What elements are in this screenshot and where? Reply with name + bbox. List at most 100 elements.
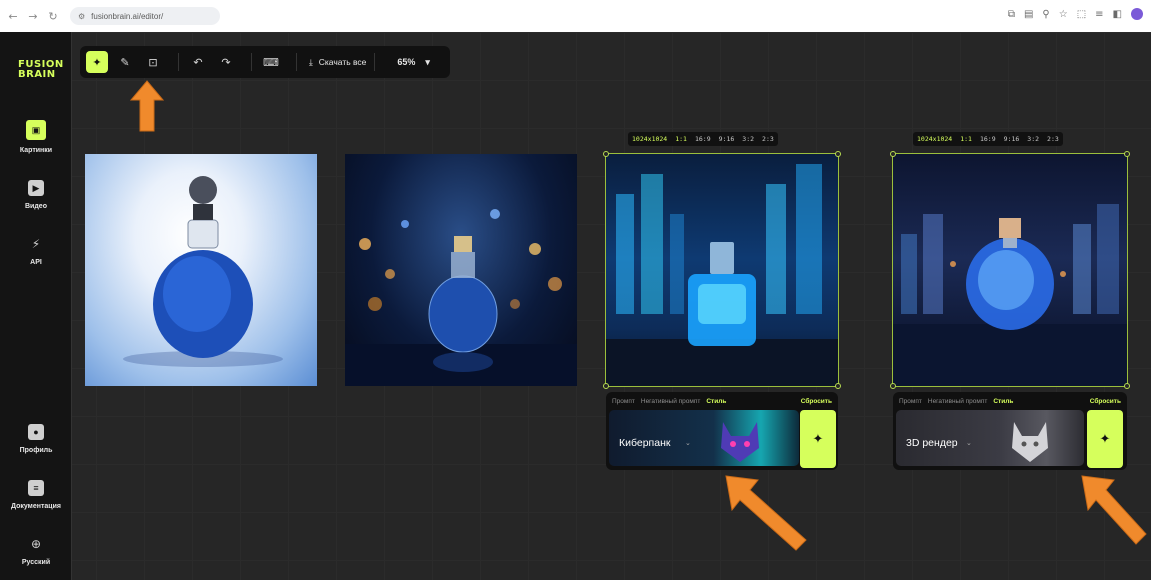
browser-bar: ← → ↻ ⚙ fusionbrain.ai/editor/ ⧉ ▤ ⚲ ☆ ⬚… (0, 0, 1151, 32)
zoom-icon[interactable]: ⚲ (1042, 9, 1049, 20)
perfume-cyberpunk-image (606, 164, 838, 386)
generate-button[interactable]: ✦ (800, 410, 836, 468)
reset-button[interactable]: Сбросить (1090, 398, 1121, 405)
zoom-select[interactable]: 65% ▾ (397, 57, 430, 68)
chevron-down-icon: ▾ (425, 56, 430, 67)
ratio-option-16-9[interactable]: 16:9 (980, 135, 996, 143)
globe-icon: ⊕ (30, 537, 42, 551)
bookmark-star-icon[interactable]: ☆ (1059, 9, 1068, 20)
browser-actions: ⧉ ▤ ⚲ ☆ ⬚ ≡ ◧ (1008, 8, 1143, 20)
sidebar-item-label: API (30, 259, 42, 266)
ratio-option-9-16[interactable]: 9:16 (719, 135, 735, 143)
ratio-option-9-16[interactable]: 9:16 (1004, 135, 1020, 143)
sidebar-item-label: Видео (25, 203, 47, 210)
style-select[interactable]: Киберпанк ⌄ (609, 410, 799, 466)
editor-canvas[interactable]: FUSION BRAIN ▣ Картинки ▶ Видео ⚡ API ● … (0, 32, 1151, 580)
prompt-tabs: Промпт Негативный промпт Стиль Сбросить (899, 395, 1121, 407)
frame-tool-icon[interactable]: ⊡ (142, 51, 164, 73)
resize-handle[interactable] (890, 383, 896, 389)
eraser-tool-icon[interactable]: ✎ (114, 51, 136, 73)
ratio-option-1-1[interactable]: 1:1 (675, 135, 687, 143)
annotation-arrow-diagonal (725, 475, 807, 551)
resize-handle[interactable] (835, 383, 841, 389)
forward-icon[interactable]: → (26, 9, 40, 23)
address-bar[interactable]: ⚙ fusionbrain.ai/editor/ (70, 7, 220, 25)
side-panel-icon[interactable]: ◧ (1113, 9, 1122, 20)
download-all-label: Скачать все (318, 57, 367, 67)
download-all-button[interactable]: ⤓ Скачать все (309, 57, 366, 68)
sparkle-icon: ✦ (812, 431, 824, 447)
perfume-bottle-image (123, 176, 283, 367)
generated-image-selected[interactable] (605, 153, 839, 387)
screenshot-icon[interactable]: ⧉ (1008, 9, 1015, 20)
resize-handle[interactable] (603, 151, 609, 157)
document-icon: ≡ (28, 480, 44, 496)
video-icon: ▶ (28, 180, 44, 196)
ratio-option-16-9[interactable]: 16:9 (695, 135, 711, 143)
resize-handle[interactable] (890, 151, 896, 157)
annotation-arrow-up (130, 80, 164, 132)
redo-icon[interactable]: ↷ (215, 51, 237, 73)
tab-style[interactable]: Стиль (993, 398, 1013, 405)
perfume-3d-render-image (893, 204, 1127, 386)
sidebar-item-video[interactable]: ▶ Видео (0, 180, 72, 210)
ratio-option-3-2[interactable]: 3:2 (1027, 135, 1039, 143)
reload-icon[interactable]: ↻ (46, 9, 60, 23)
resolution-label: 1024x1024 (917, 135, 953, 143)
resize-handle[interactable] (1124, 151, 1130, 157)
generate-button[interactable]: ✦ (1087, 410, 1123, 468)
back-icon[interactable]: ← (6, 9, 20, 23)
translate-icon[interactable]: ▤ (1024, 9, 1033, 20)
site-settings-icon[interactable]: ⚙ (78, 12, 85, 21)
resolution-label: 1024x1024 (632, 135, 668, 143)
sidebar-item-api[interactable]: ⚡ API (0, 236, 72, 266)
hotkeys-icon[interactable]: ⌨ (260, 51, 282, 73)
download-icon: ⤓ (309, 56, 313, 67)
style-name: Киберпанк (619, 437, 671, 449)
zoom-value: 65% (397, 57, 416, 67)
aspect-ratio-bar: 1024x1024 1:1 16:9 9:16 3:2 2:3 (628, 132, 778, 146)
sidebar-item-label: Профиль (19, 447, 53, 454)
fusion-brain-logo[interactable]: FUSION BRAIN (18, 60, 64, 80)
sidebar-item-documentation[interactable]: ≡ Документация (0, 480, 72, 510)
image-icon: ▣ (26, 120, 46, 140)
sidebar: FUSION BRAIN ▣ Картинки ▶ Видео ⚡ API ● … (0, 32, 72, 580)
ratio-option-2-3[interactable]: 2:3 (762, 135, 774, 143)
sidebar-item-label: Картинки (19, 147, 53, 154)
url-text: fusionbrain.ai/editor/ (91, 11, 164, 21)
sidebar-item-profile[interactable]: ● Профиль (0, 424, 72, 454)
tab-prompt[interactable]: Промпт (612, 398, 635, 405)
aspect-ratio-bar: 1024x1024 1:1 16:9 9:16 3:2 2:3 (913, 132, 1063, 146)
tab-negative-prompt[interactable]: Негативный промпт (641, 398, 700, 405)
sidebar-item-language[interactable]: ⊕ Русский (0, 536, 72, 566)
toolbar-divider (178, 53, 179, 71)
perfume-night-city-image (345, 209, 577, 386)
tab-negative-prompt[interactable]: Негативный промпт (928, 398, 987, 405)
ratio-option-1-1[interactable]: 1:1 (960, 135, 972, 143)
style-select[interactable]: 3D рендер ⌄ (896, 410, 1084, 466)
tab-prompt[interactable]: Промпт (899, 398, 922, 405)
profile-avatar[interactable] (1131, 8, 1143, 20)
editor-toolbar: ✦ ✎ ⊡ ↶ ↷ ⌨ ⤓ Скачать все 65% ▾ (80, 46, 450, 78)
resize-handle[interactable] (835, 151, 841, 157)
sidebar-item-images[interactable]: ▣ Картинки (0, 120, 72, 154)
generated-image[interactable] (85, 154, 317, 386)
generate-tool-icon[interactable]: ✦ (86, 51, 108, 73)
extensions-icon[interactable]: ⬚ (1077, 9, 1086, 20)
ratio-option-3-2[interactable]: 3:2 (742, 135, 754, 143)
tab-style[interactable]: Стиль (706, 398, 726, 405)
toolbar-divider (251, 53, 252, 71)
ratio-option-2-3[interactable]: 2:3 (1047, 135, 1059, 143)
generated-image[interactable] (345, 154, 577, 386)
chevron-down-icon: ⌄ (685, 439, 691, 447)
resize-handle[interactable] (603, 383, 609, 389)
style-name: 3D рендер (906, 437, 958, 449)
api-icon: ⚡ (31, 237, 41, 251)
generated-image-selected[interactable] (892, 153, 1128, 387)
3d-cat-thumbnail (1012, 422, 1048, 462)
media-controls-icon[interactable]: ≡ (1095, 9, 1103, 20)
reset-button[interactable]: Сбросить (801, 398, 832, 405)
undo-icon[interactable]: ↶ (187, 51, 209, 73)
cyberpunk-cat-thumbnail (721, 422, 759, 462)
resize-handle[interactable] (1124, 383, 1130, 389)
